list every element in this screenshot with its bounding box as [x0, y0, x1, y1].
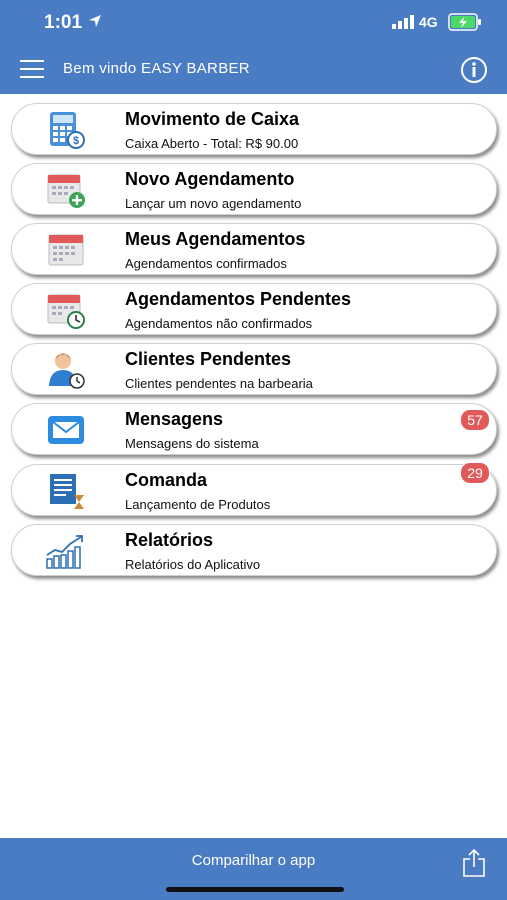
bottom-bar: Comparilhar o app: [0, 838, 507, 900]
status-bar: 1:01 4G: [0, 0, 507, 44]
svg-text:$: $: [73, 135, 79, 147]
envelope-icon: [48, 416, 84, 444]
signal-icon: [392, 15, 414, 29]
page-title: Bem vindo EASY BARBER: [63, 60, 250, 77]
menu-item-mensagens[interactable]: Mensagens Mensagens do sistema: [11, 403, 497, 455]
menu-item-agendamentos-pendentes[interactable]: Agendamentos Pendentes Agendamentos não …: [11, 283, 497, 335]
menu-item-title: Meus Agendamentos: [125, 229, 306, 249]
network-type: 4G: [419, 14, 438, 30]
menu-item-novo-agendamento[interactable]: Novo Agendamento Lançar um novo agendame…: [11, 163, 497, 215]
calendar-icon: [48, 234, 84, 266]
menu-item-title: Clientes Pendentes: [125, 349, 292, 369]
menu-item-subtitle: Lançamento de Produtos: [125, 497, 271, 512]
order-slip-icon: [50, 474, 84, 509]
menu-item-movimento-caixa[interactable]: $ Movimento de Caixa Caixa Aberto - Tota…: [11, 103, 497, 155]
menu-item-subtitle: Mensagens do sistema: [125, 436, 259, 451]
location-arrow-icon: [89, 15, 101, 27]
nav-bar: Bem vindo EASY BARBER: [0, 44, 507, 94]
menu-item-title: Movimento de Caixa: [125, 109, 300, 129]
battery-charging-icon: [448, 13, 481, 31]
home-indicator: [166, 887, 344, 892]
menu-item-subtitle: Agendamentos não confirmados: [125, 316, 313, 331]
menu-item-comanda[interactable]: Comanda Lançamento de Produtos: [11, 464, 497, 516]
calendar-add-icon: [47, 174, 85, 208]
share-icon[interactable]: [462, 848, 486, 878]
menu-item-subtitle: Clientes pendentes na barbearia: [125, 376, 313, 391]
menu-item-title: Comanda: [125, 470, 208, 490]
unread-count-badge: 57: [460, 409, 490, 431]
menu-item-relatorios[interactable]: Relatórios Relatórios do Aplicativo: [11, 524, 497, 576]
info-icon[interactable]: [460, 56, 488, 84]
chart-icon: [46, 535, 83, 569]
menu-item-subtitle: Caixa Aberto - Total: R$ 90.00: [125, 136, 299, 151]
menu-item-title: Agendamentos Pendentes: [125, 289, 352, 309]
menu-item-title: Mensagens: [125, 409, 224, 429]
calendar-clock-icon: [47, 294, 85, 329]
hamburger-menu-icon[interactable]: [20, 58, 44, 80]
menu-item-meus-agendamentos[interactable]: Meus Agendamentos Agendamentos confirmad…: [11, 223, 497, 275]
user-clock-icon: [49, 353, 85, 389]
calculator-icon: $: [50, 112, 85, 149]
app-header: 1:01 4G Bem vindo EASY BARBER: [0, 0, 507, 94]
menu-item-subtitle: Agendamentos confirmados: [125, 256, 287, 271]
pending-count-badge: 29: [460, 462, 490, 484]
share-app-button[interactable]: Comparilhar o app: [0, 852, 507, 869]
status-time: 1:01: [44, 12, 83, 33]
menu-item-title: Novo Agendamento: [125, 169, 295, 189]
menu-item-clientes-pendentes[interactable]: Clientes Pendentes Clientes pendentes na…: [11, 343, 497, 395]
menu-item-subtitle: Lançar um novo agendamento: [125, 196, 302, 211]
menu-item-subtitle: Relatórios do Aplicativo: [125, 557, 261, 572]
menu-item-title: Relatórios: [125, 530, 214, 550]
